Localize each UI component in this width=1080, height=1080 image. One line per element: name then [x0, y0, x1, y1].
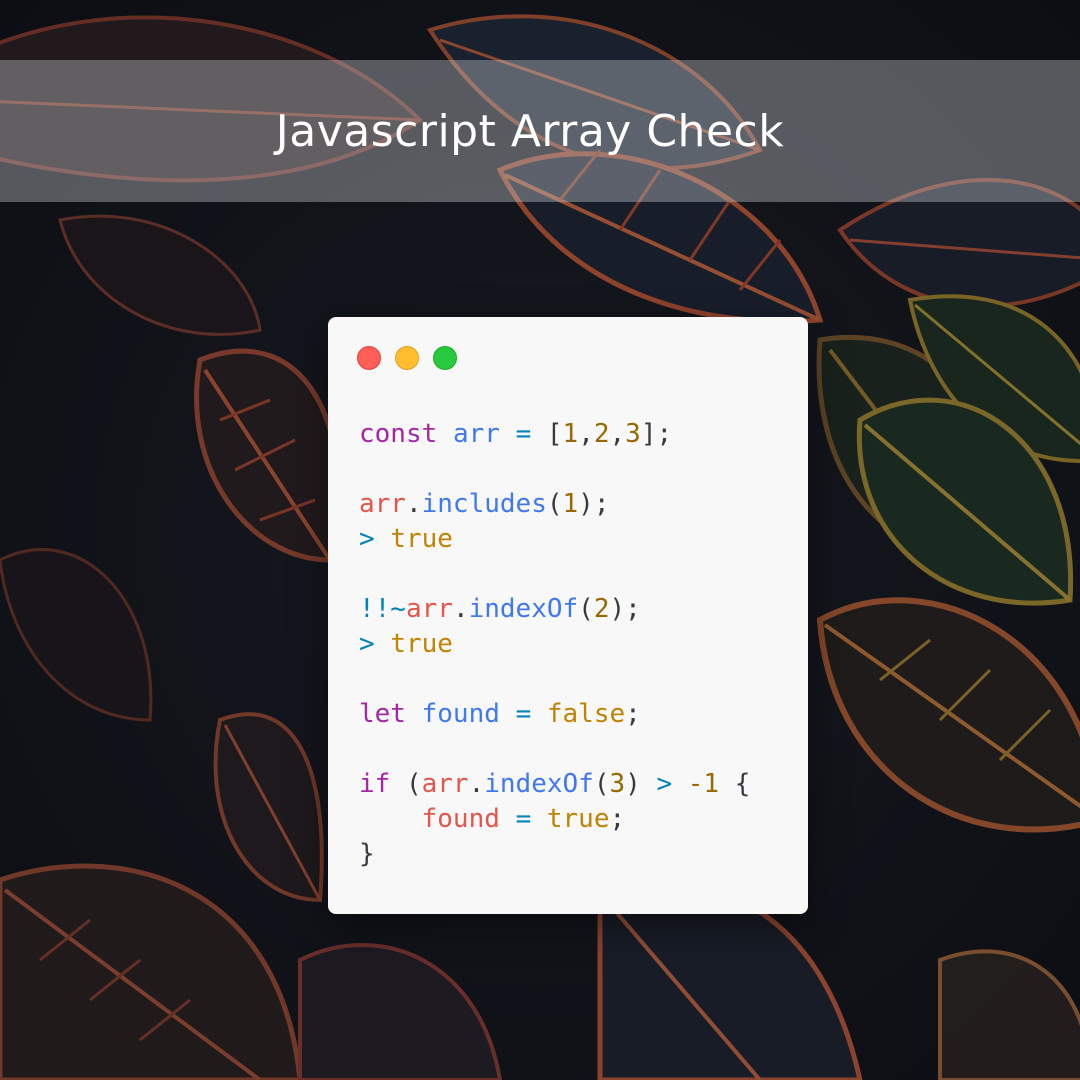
- code-token-function: includes: [421, 489, 547, 519]
- code-token-operator: =: [515, 699, 532, 729]
- code-line: found = true;: [359, 802, 750, 837]
- code-token-plain: (: [593, 769, 610, 799]
- code-token-boolean: true: [546, 804, 610, 834]
- zoom-button[interactable]: [433, 346, 457, 370]
- code-token-operator: >: [359, 629, 375, 659]
- code-block: const arr = [1,2,3]; arr.includes(1); > tr…: [359, 417, 750, 872]
- code-token-plain: ): [625, 769, 657, 799]
- code-token-plain: (: [546, 489, 563, 519]
- code-token-number: 1: [562, 419, 579, 449]
- code-token-plain: ;: [625, 699, 641, 729]
- code-token-boolean: false: [546, 699, 626, 729]
- code-line: }: [359, 837, 750, 872]
- code-token-plain: {: [719, 769, 751, 799]
- code-token-keyword: if: [359, 769, 391, 799]
- code-token-boolean: true: [390, 524, 453, 554]
- minimize-button[interactable]: [395, 346, 419, 370]
- code-line: if (arr.indexOf(3) > -1 {: [359, 767, 750, 802]
- code-line: > true: [359, 627, 750, 662]
- code-token-operator: =: [515, 804, 532, 834]
- code-token-number: 1: [562, 489, 579, 519]
- code-token-operator: >: [656, 769, 673, 799]
- code-token-operator: !!~: [359, 594, 406, 624]
- code-token-function: indexOf: [468, 594, 579, 624]
- code-token-plain: ,: [578, 419, 594, 449]
- window-controls: [357, 346, 457, 370]
- code-token-variable: arr: [405, 594, 453, 624]
- code-token-operator: >: [359, 524, 375, 554]
- code-token-number: 2: [593, 594, 610, 624]
- code-token-boolean: true: [390, 629, 453, 659]
- code-token-plain: .: [452, 594, 469, 624]
- code-token-plain: );: [578, 489, 610, 519]
- code-token-function: found: [421, 699, 500, 729]
- code-token-plain: (: [390, 769, 422, 799]
- code-token-plain: );: [609, 594, 641, 624]
- code-token-function: indexOf: [484, 769, 594, 799]
- code-token-operator: =: [515, 419, 532, 449]
- code-token-number: 2: [593, 419, 610, 449]
- code-token-plain: (: [578, 594, 594, 624]
- code-token-plain: ;: [609, 804, 626, 834]
- code-line: !!~arr.indexOf(2);: [359, 592, 750, 627]
- code-token-keyword: let: [359, 699, 406, 729]
- code-token-plain: ,: [609, 419, 626, 449]
- code-token-plain: }: [359, 839, 375, 869]
- code-token-function: arr: [452, 419, 500, 449]
- code-line: const arr = [1,2,3];: [359, 417, 750, 452]
- code-token-variable: arr: [421, 769, 469, 799]
- page-title: Javascript Array Check: [275, 105, 785, 157]
- code-token-number: -1: [687, 769, 720, 799]
- code-token-plain: .: [405, 489, 422, 519]
- title-banner: Javascript Array Check: [0, 60, 1080, 202]
- code-token-variable: arr: [359, 489, 406, 519]
- code-line: arr.includes(1);: [359, 487, 750, 522]
- code-token-number: 3: [609, 769, 626, 799]
- code-line: > true: [359, 522, 750, 557]
- code-line: let found = false;: [359, 697, 750, 732]
- code-token-variable: found: [421, 804, 500, 834]
- code-window: const arr = [1,2,3]; arr.includes(1); > tr…: [328, 317, 808, 914]
- code-token-keyword: const: [359, 419, 438, 449]
- code-token-plain: .: [468, 769, 485, 799]
- code-token-number: 3: [625, 419, 641, 449]
- code-token-plain: [: [531, 419, 563, 449]
- close-button[interactable]: [357, 346, 381, 370]
- code-token-plain: ];: [640, 419, 673, 449]
